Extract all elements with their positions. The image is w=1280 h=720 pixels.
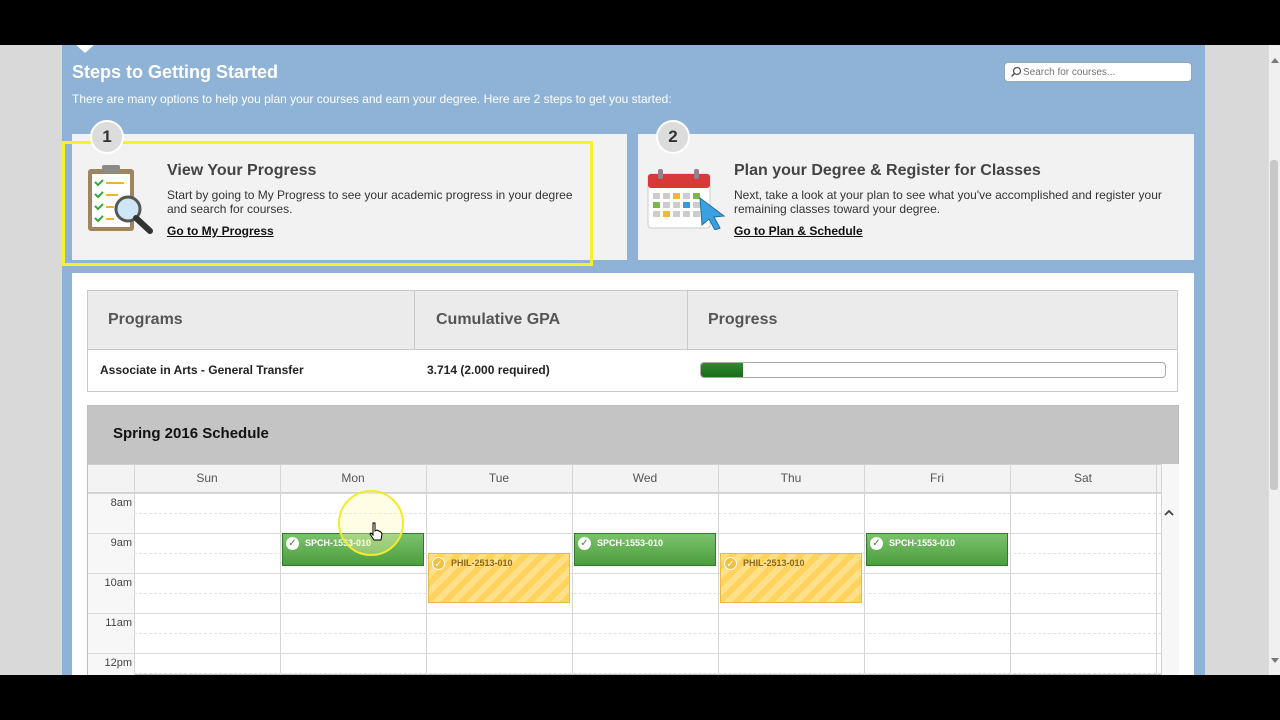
- half-hour-line: [134, 513, 1161, 514]
- progress-header: Progress: [708, 311, 778, 328]
- course-event-phil-2513-010[interactable]: ✓ PHIL-2513-010: [720, 553, 862, 603]
- step-number-badge: 1: [90, 120, 124, 154]
- step-title: View Your Progress: [167, 162, 317, 179]
- check-circle-icon: ✓: [724, 557, 737, 570]
- half-hour-line: [134, 673, 1161, 674]
- day-header-sat: Sat: [1073, 471, 1092, 485]
- course-event-spch-1553-010[interactable]: ✓ SPCH-1553-010: [866, 533, 1008, 567]
- scroll-up-arrow-icon[interactable]: [1271, 58, 1279, 63]
- top-letterbox: [0, 0, 1280, 45]
- day-column-divider: [718, 464, 719, 675]
- column-divider: [414, 291, 415, 349]
- time-label: 9am: [110, 537, 132, 549]
- programs-header: Programs: [108, 311, 183, 328]
- go-to-plan-schedule-link[interactable]: Go to Plan & Schedule: [734, 224, 863, 238]
- go-to-my-progress-link[interactable]: Go to My Progress: [167, 224, 274, 238]
- day-header-wed: Wed: [632, 471, 658, 485]
- check-circle-icon: ✓: [286, 537, 299, 550]
- bottom-letterbox: [0, 675, 1280, 720]
- search-icon: [1010, 66, 1022, 78]
- page-title: Steps to Getting Started: [72, 62, 279, 82]
- course-label: SPCH-1553-010: [597, 538, 664, 548]
- day-column-divider: [134, 464, 135, 675]
- step-title: Plan your Degree & Register for Classes: [734, 162, 1041, 179]
- calendar-pointer-icon: [647, 169, 726, 230]
- course-event-spch-1553-010[interactable]: ✓ SPCH-1553-010: [574, 533, 716, 567]
- hour-line: [88, 493, 1161, 494]
- page-subtitle: There are many options to help you plan …: [72, 92, 672, 106]
- day-column-divider: [280, 464, 281, 675]
- day-column-divider: [1156, 464, 1157, 675]
- time-label: 8am: [110, 497, 132, 509]
- check-circle-icon: ✓: [432, 557, 445, 570]
- chevron-up-icon[interactable]: [1163, 507, 1175, 519]
- step-number-badge: 2: [656, 120, 690, 154]
- schedule-title: Spring 2016 Schedule: [113, 425, 269, 442]
- progress-bar-fill: [701, 363, 743, 377]
- day-column-divider: [1010, 464, 1011, 675]
- day-header-sun: Sun: [196, 471, 218, 485]
- day-column-divider: [864, 464, 865, 675]
- program-name[interactable]: Associate in Arts - General Transfer: [100, 363, 304, 377]
- course-label: PHIL-2513-010: [451, 558, 513, 568]
- scrollbar-thumb[interactable]: [1270, 160, 1278, 490]
- half-hour-line: [134, 633, 1161, 634]
- course-label: PHIL-2513-010: [743, 558, 805, 568]
- time-label: 10am: [104, 577, 132, 589]
- check-circle-icon: ✓: [870, 537, 883, 550]
- step-description: Next, take a look at your plan to see wh…: [734, 188, 1162, 216]
- course-label: SPCH-1553-010: [889, 538, 956, 548]
- progress-bar[interactable]: [700, 362, 1166, 378]
- scroll-down-arrow-icon[interactable]: [1271, 658, 1279, 663]
- day-header-fri: Fri: [930, 471, 944, 485]
- gpa-value: 3.714 (2.000 required): [427, 363, 550, 377]
- hour-line: [88, 653, 1161, 654]
- half-hour-line: [134, 593, 1161, 594]
- search-input[interactable]: [1023, 65, 1188, 80]
- hand-cursor-icon: [369, 522, 383, 541]
- programs-table-header: [88, 291, 1177, 350]
- course-event-phil-2513-010[interactable]: ✓ PHIL-2513-010: [428, 553, 570, 603]
- day-header-mon: Mon: [341, 471, 365, 485]
- day-column-divider: [426, 464, 427, 675]
- column-divider: [687, 291, 688, 349]
- day-column-divider: [572, 464, 573, 675]
- calendar-scrollbar[interactable]: [1161, 464, 1179, 675]
- day-header-tue: Tue: [488, 471, 510, 485]
- gpa-header: Cumulative GPA: [436, 311, 561, 328]
- header-notch: [76, 45, 94, 53]
- time-label: 12pm: [104, 657, 132, 669]
- day-header-thu: Thu: [780, 471, 802, 485]
- check-circle-icon: ✓: [578, 537, 591, 550]
- hour-line: [88, 613, 1161, 614]
- step-description: Start by going to My Progress to see you…: [167, 188, 573, 216]
- time-label: 11am: [105, 617, 132, 629]
- clipboard-magnifier-icon: [88, 165, 153, 234]
- hour-line: [88, 573, 1161, 574]
